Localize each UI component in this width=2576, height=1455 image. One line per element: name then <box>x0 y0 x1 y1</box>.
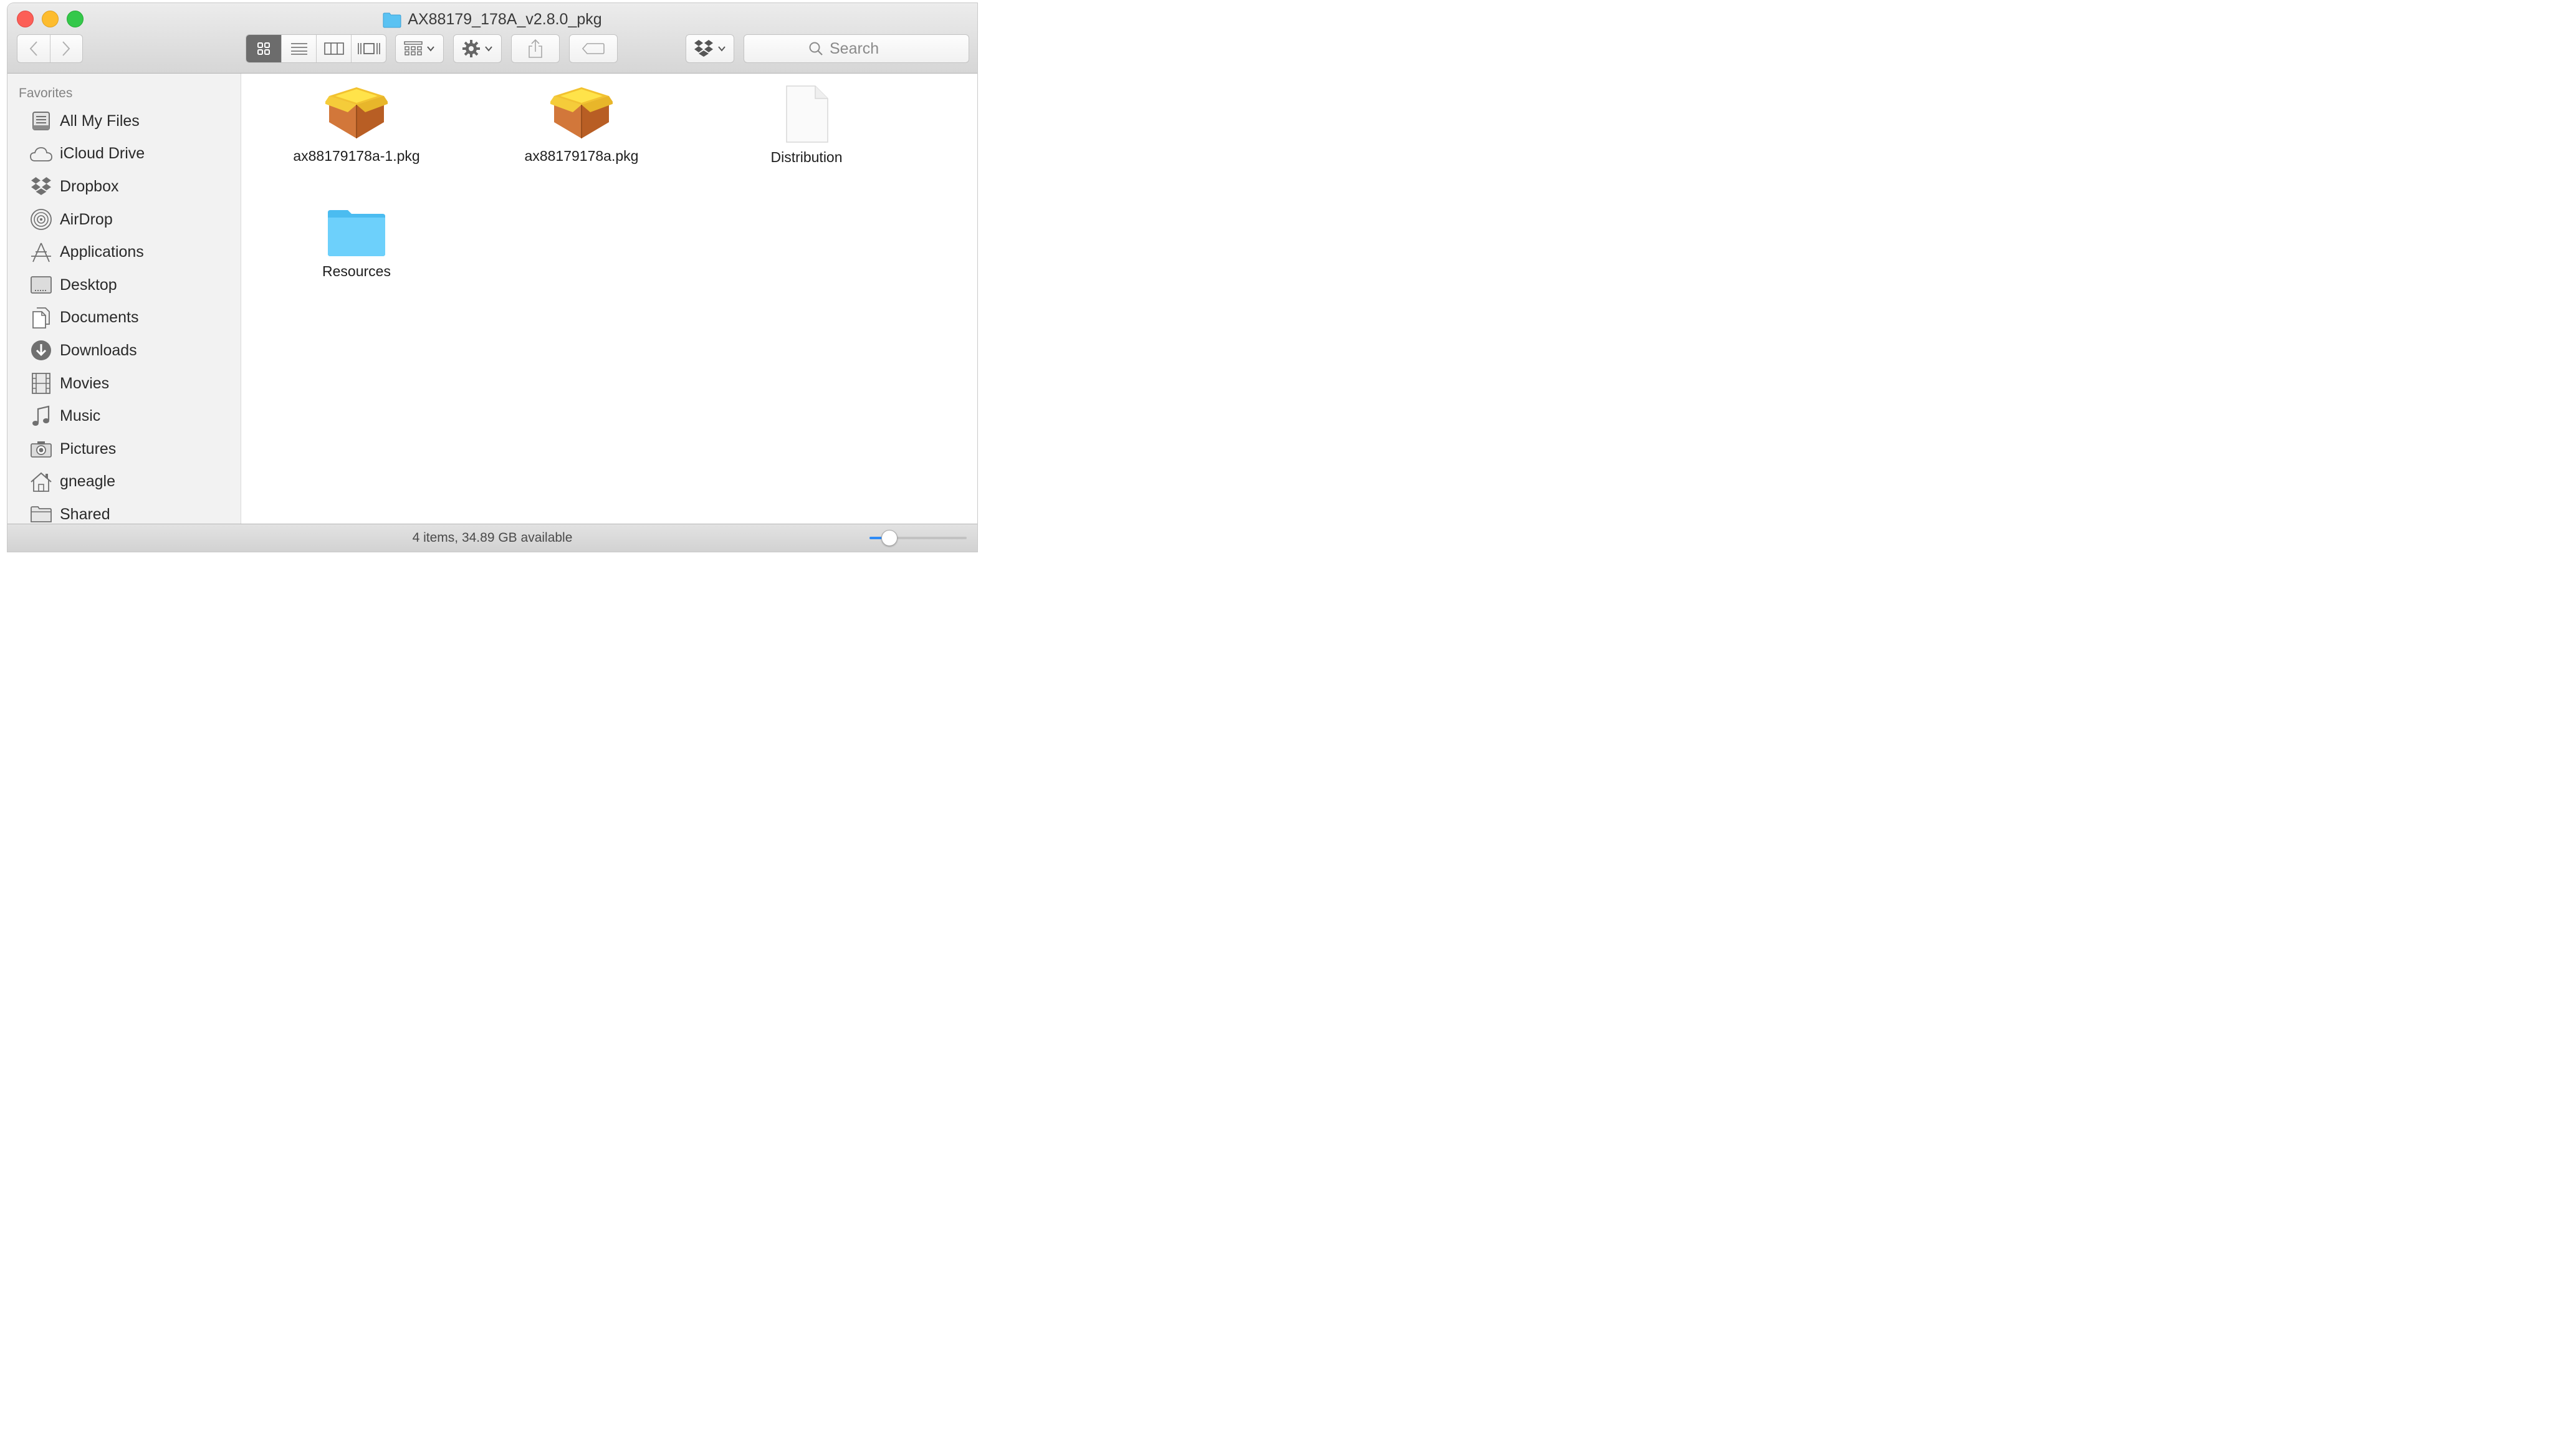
chevron-down-icon <box>718 46 725 52</box>
search-field[interactable] <box>744 34 969 63</box>
back-forward-group <box>17 34 83 63</box>
gear-icon <box>462 40 480 57</box>
status-text: 4 items, 34.89 GB available <box>412 531 573 545</box>
cloud-icon <box>30 146 52 161</box>
icon-view-icon <box>257 42 270 55</box>
share-icon <box>529 39 542 58</box>
list-view-icon <box>290 43 307 55</box>
column-view-button[interactable] <box>316 35 351 62</box>
package-icon <box>549 87 614 138</box>
sidebar-item-downloads[interactable]: Downloads <box>7 334 241 367</box>
downloads-icon <box>31 340 51 361</box>
chevron-left-icon <box>29 41 37 56</box>
back-button[interactable] <box>17 35 50 62</box>
sidebar-item-dropbox[interactable]: Dropbox <box>7 170 241 203</box>
file-item[interactable]: ax88179178a.pkg <box>488 86 675 165</box>
dropbox-button[interactable] <box>686 34 734 63</box>
folder-icon <box>383 12 401 28</box>
cover-flow-button[interactable] <box>351 35 386 62</box>
sidebar-item-movies[interactable]: Movies <box>7 367 241 400</box>
sidebar-heading-favorites: Favorites <box>19 86 73 100</box>
list-view-button[interactable] <box>281 35 316 62</box>
icon-view-button[interactable] <box>246 35 281 62</box>
document-icon <box>786 85 828 143</box>
chevron-down-icon <box>485 46 492 52</box>
file-browser-content: ax88179178a-1.pkg ax88179178a.pkg Distri… <box>241 74 977 524</box>
title-bar: AX88179_178A_v2.8.0_pkg <box>7 3 977 74</box>
movies-icon <box>32 373 50 394</box>
chevron-down-icon <box>427 46 434 52</box>
search-icon <box>809 42 823 55</box>
sidebar-item-label: Dropbox <box>60 177 119 195</box>
cover-flow-icon <box>357 43 380 54</box>
tag-icon <box>582 43 605 54</box>
action-button[interactable] <box>453 34 502 63</box>
sidebar-item-label: Pictures <box>60 439 117 458</box>
sidebar-item-label: Shared <box>60 505 110 523</box>
sidebar-item-label: Movies <box>60 374 110 392</box>
forward-button[interactable] <box>49 35 83 62</box>
file-item[interactable]: Distribution <box>713 85 900 166</box>
search-input[interactable] <box>830 39 904 58</box>
sidebar-item-all-my-files[interactable]: All My Files <box>7 105 241 138</box>
sidebar-item-label: Documents <box>60 309 139 327</box>
package-icon <box>324 87 389 138</box>
file-name: Resources <box>322 263 391 279</box>
music-icon <box>32 405 50 426</box>
sidebar-item-label: All My Files <box>60 112 140 130</box>
documents-icon <box>32 307 50 329</box>
sidebar-item-applications[interactable]: Applications <box>7 236 241 269</box>
camera-icon <box>31 441 52 458</box>
desktop-icon <box>31 276 52 294</box>
file-item[interactable]: ax88179178a-1.pkg <box>263 86 450 165</box>
status-bar: 4 items, 34.89 GB available <box>7 524 977 552</box>
view-mode-group <box>246 34 386 63</box>
airdrop-icon <box>31 209 52 230</box>
dropbox-icon <box>31 177 51 196</box>
all-my-files-icon <box>32 112 50 131</box>
share-button[interactable] <box>511 34 560 63</box>
sidebar-item-label: Downloads <box>60 341 137 359</box>
sidebar-item-gneagle[interactable]: gneagle <box>7 466 241 499</box>
window-title: AX88179_178A_v2.8.0_pkg <box>7 8 977 31</box>
column-view-icon <box>323 42 344 55</box>
file-name: Distribution <box>770 149 843 165</box>
applications-icon <box>31 242 51 262</box>
arrange-icon <box>404 41 423 55</box>
sidebar: Favorites All My Files iCloud Drive Drop… <box>7 74 241 524</box>
sidebar-item-airdrop[interactable]: AirDrop <box>7 203 241 236</box>
sidebar-item-label: Desktop <box>60 276 117 294</box>
finder-window: AX88179_178A_v2.8.0_pkg Search Favorites… <box>7 3 977 552</box>
file-item[interactable]: Resources <box>263 208 450 280</box>
file-name: ax88179178a.pkg <box>524 148 639 164</box>
sidebar-item-desktop[interactable]: Desktop <box>7 269 241 302</box>
chevron-right-icon <box>62 41 70 56</box>
sidebar-list: All My Files iCloud Drive Dropbox AirDro… <box>7 105 241 531</box>
file-name: ax88179178a-1.pkg <box>293 148 420 164</box>
sidebar-item-pictures[interactable]: Pictures <box>7 433 241 466</box>
dropbox-icon <box>694 40 713 57</box>
shared-folder-icon <box>31 506 52 523</box>
sidebar-item-icloud-drive[interactable]: iCloud Drive <box>7 138 241 171</box>
sidebar-item-label: AirDrop <box>60 210 113 228</box>
arrange-button[interactable] <box>395 34 444 63</box>
folder-icon <box>328 210 385 256</box>
home-icon <box>31 472 52 492</box>
sidebar-item-label: Applications <box>60 243 144 261</box>
tags-button[interactable] <box>569 34 618 63</box>
sidebar-item-label: iCloud Drive <box>60 145 145 163</box>
window-title-text: AX88179_178A_v2.8.0_pkg <box>408 11 602 28</box>
sidebar-item-documents[interactable]: Documents <box>7 302 241 335</box>
slider-knob[interactable] <box>881 530 898 546</box>
sidebar-item-label: Music <box>60 407 101 425</box>
sidebar-item-music[interactable]: Music <box>7 400 241 433</box>
sidebar-item-label: gneagle <box>60 473 115 491</box>
